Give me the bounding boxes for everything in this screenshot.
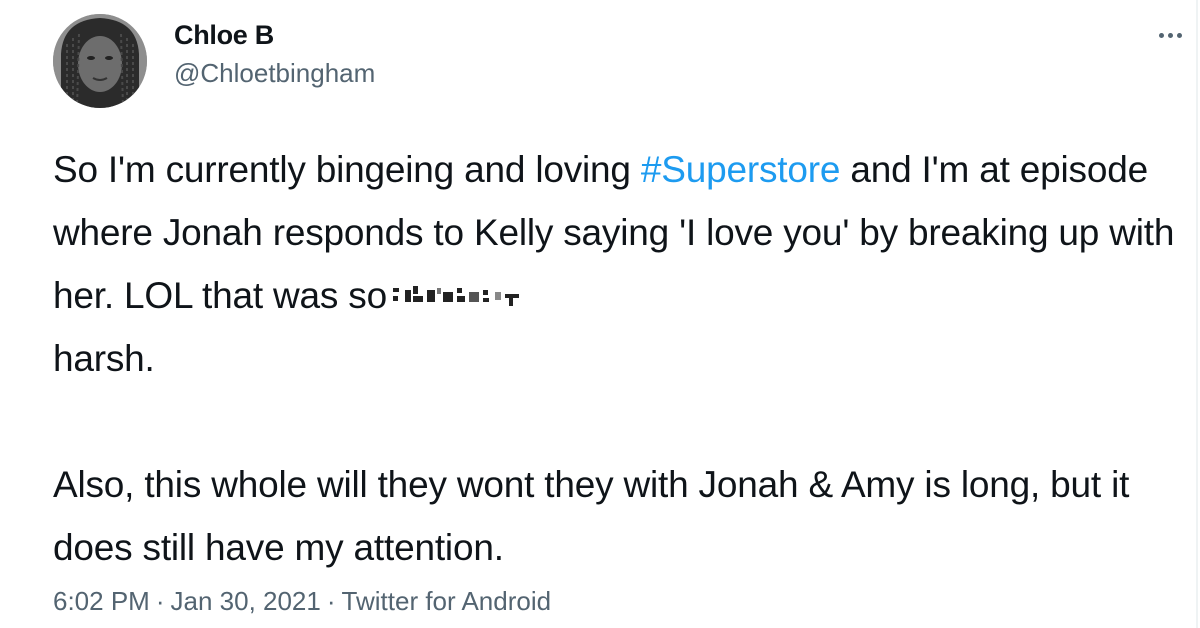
tweet-paragraph-2: Also, this whole will they wont they wit…	[53, 464, 1130, 568]
tweet-source-link[interactable]: Twitter for Android	[342, 586, 552, 616]
more-button[interactable]	[1152, 24, 1188, 46]
more-horizontal-icon-dot	[1167, 32, 1173, 38]
meta-separator: ·	[155, 586, 165, 616]
tweet-text-segment: So I'm currently bingeing and loving	[53, 149, 641, 190]
avatar-image	[53, 14, 147, 108]
author-name[interactable]: Chloe B	[174, 20, 274, 51]
more-horizontal-icon	[1158, 32, 1164, 38]
author-handle[interactable]: @Chloetbingham	[174, 58, 375, 89]
tweet-date-link[interactable]: Jan 30, 2021	[171, 586, 321, 616]
meta-separator: ·	[326, 586, 336, 616]
hashtag-link[interactable]: #Superstore	[641, 149, 841, 190]
tweet-meta: 6:02 PM · Jan 30, 2021 · Twitter for Android	[53, 586, 551, 617]
right-divider	[1196, 0, 1198, 628]
tweet-text: So I'm currently bingeing and loving #Su…	[53, 138, 1183, 579]
censored-word-icon	[393, 286, 519, 307]
more-horizontal-icon-dot	[1176, 32, 1182, 38]
avatar[interactable]	[53, 14, 147, 108]
tweet-time-link[interactable]: 6:02 PM	[53, 586, 150, 616]
tweet-text-segment: harsh.	[53, 338, 155, 379]
tweet-paragraph-1: So I'm currently bingeing and loving #Su…	[53, 138, 1183, 390]
